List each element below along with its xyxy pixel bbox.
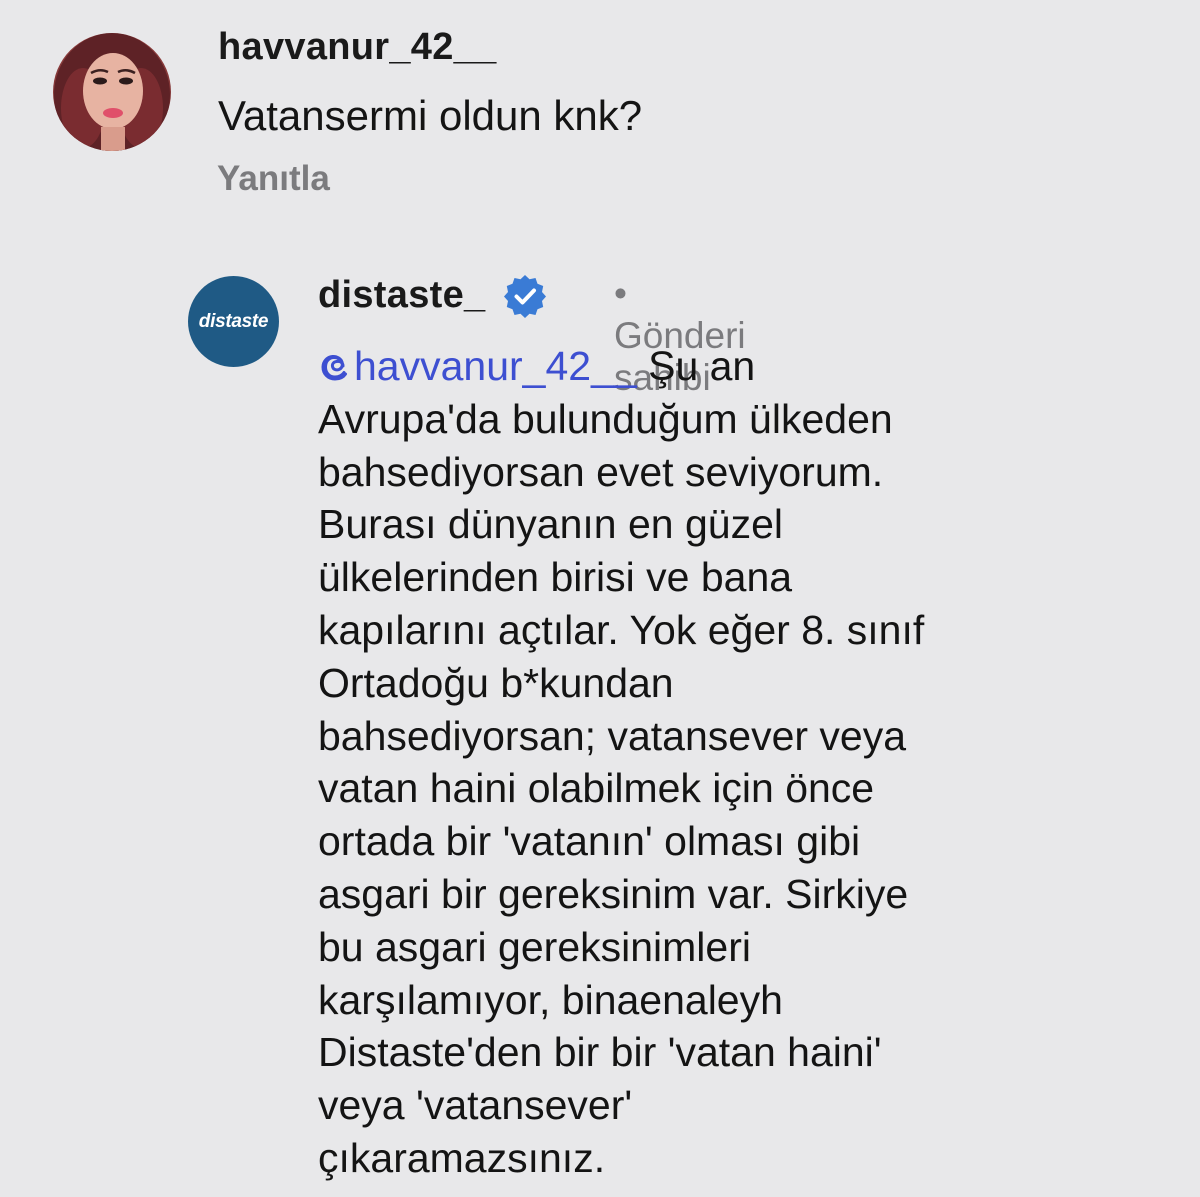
reply-line: Burası dünyanın en güzel (318, 501, 783, 548)
mention-username: havvanur_42__ (354, 343, 637, 389)
reply-line: ülkelerinden birisi ve bana (318, 554, 793, 601)
comment-username[interactable]: distaste_ (318, 274, 485, 317)
reply-line: havvanur_42__ Şu an (318, 340, 1178, 393)
reply-line: bahsediyorsan evet seviyorum. (318, 448, 884, 495)
reply-line: vatan haini olabilmek için önce (318, 765, 875, 812)
reply-line: karşılamıyor, binaenaleyh (318, 976, 783, 1023)
verified-badge-icon (504, 275, 546, 318)
reply-line: bu asgari gereksinimleri (318, 923, 751, 970)
reply-line: çıkaramazsınız. (318, 1134, 606, 1181)
reply-line: ortada bir 'vatanın' olması gibi (318, 818, 861, 865)
reply-line: asgari bir gereksinim var. Sirkiye (318, 870, 909, 917)
avatar[interactable] (53, 33, 171, 151)
avatar-image (54, 33, 170, 151)
comment-username[interactable]: havvanur_42__ (218, 26, 497, 69)
reply-line: kapılarını açtılar. Yok eğer 8. sınıf (318, 606, 925, 653)
reply-line: veya 'vatansever' (318, 1082, 633, 1129)
threads-mention-icon (321, 354, 347, 381)
reply-line: Avrupa'da bulunduğum ülkeden (318, 395, 893, 442)
comment-text: Vatansermi oldun knk? (218, 92, 643, 139)
reply-line: Ortadoğu b*kundan (318, 659, 674, 706)
reply-text: havvanur_42__ Şu an Avrupa'da bulunduğum… (318, 340, 1178, 1185)
reply-line-text: Şu an (648, 343, 756, 389)
reply-line: Distaste'den bir bir 'vatan haini' (318, 1029, 882, 1076)
mention-link[interactable]: havvanur_42__ (318, 343, 637, 389)
avatar-logo-text: distaste (198, 310, 269, 332)
reply-button[interactable]: Yanıtla (217, 159, 330, 199)
comment-item: havvanur_42__ Vatansermi oldun knk? Yanı… (0, 0, 1200, 240)
reply-line: bahsediyorsan; vatansever veya (318, 712, 907, 759)
avatar[interactable]: distaste (188, 276, 279, 367)
